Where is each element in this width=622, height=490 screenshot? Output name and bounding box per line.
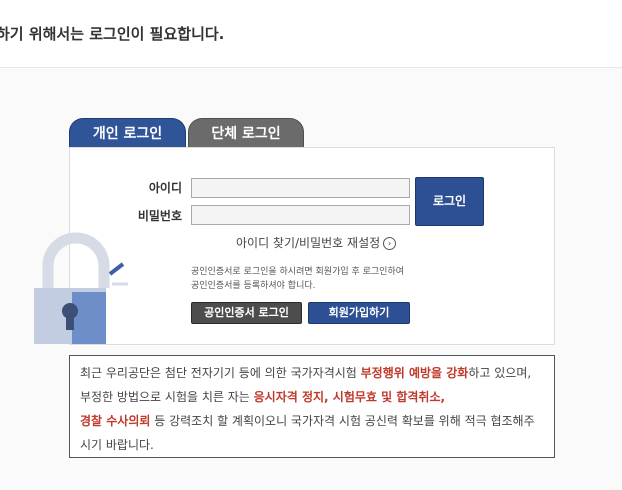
warning-box: 최근 우리공단은 첨단 전자기기 등에 의한 국가자격시험 부정행위 예방을 강… [69, 355, 555, 458]
warning-text: 최근 우리공단은 첨단 전자기기 등에 의한 국가자격시험 [80, 366, 361, 380]
password-input[interactable] [191, 205, 410, 225]
find-account-label: 아이디 찾기/비밀번호 재설정 [236, 236, 381, 250]
id-label: 아이디 [148, 181, 182, 195]
certificate-notice: 공인인증서로 로그인을 하시려면 회원가입 후 로그인하여 공인인증서를 등록하… [191, 265, 491, 293]
find-account-link[interactable]: 아이디 찾기/비밀번호 재설정 › [236, 234, 397, 251]
lock-icon [34, 232, 128, 344]
certificate-login-button[interactable]: 공인인증서 로그인 [191, 302, 302, 324]
signup-button[interactable]: 회원가입하기 [308, 302, 410, 324]
password-label: 비밀번호 [137, 209, 182, 223]
certificate-notice-line: 공인인증서를 등록하셔야 합니다. [191, 281, 316, 291]
tab-personal-login[interactable]: 개인 로그인 [69, 118, 186, 148]
login-required-message: 하기 위해서는 로그인이 필요합니다. [0, 25, 225, 43]
warning-highlight: 응시자격 정지, 시험무효 및 합격취소, [253, 390, 446, 404]
login-button[interactable]: 로그인 [415, 177, 484, 226]
id-input[interactable] [191, 178, 410, 198]
warning-highlight: 경찰 수사의뢰 [80, 414, 151, 428]
top-bar: 하기 위해서는 로그인이 필요합니다. [0, 0, 622, 68]
certificate-notice-line: 공인인증서로 로그인을 하시려면 회원가입 후 로그인하여 [191, 267, 405, 277]
warning-highlight: 부정행위 예방을 강화 [360, 366, 469, 380]
tab-group-login[interactable]: 단체 로그인 [188, 118, 304, 148]
chevron-right-circle-icon: › [383, 237, 397, 250]
